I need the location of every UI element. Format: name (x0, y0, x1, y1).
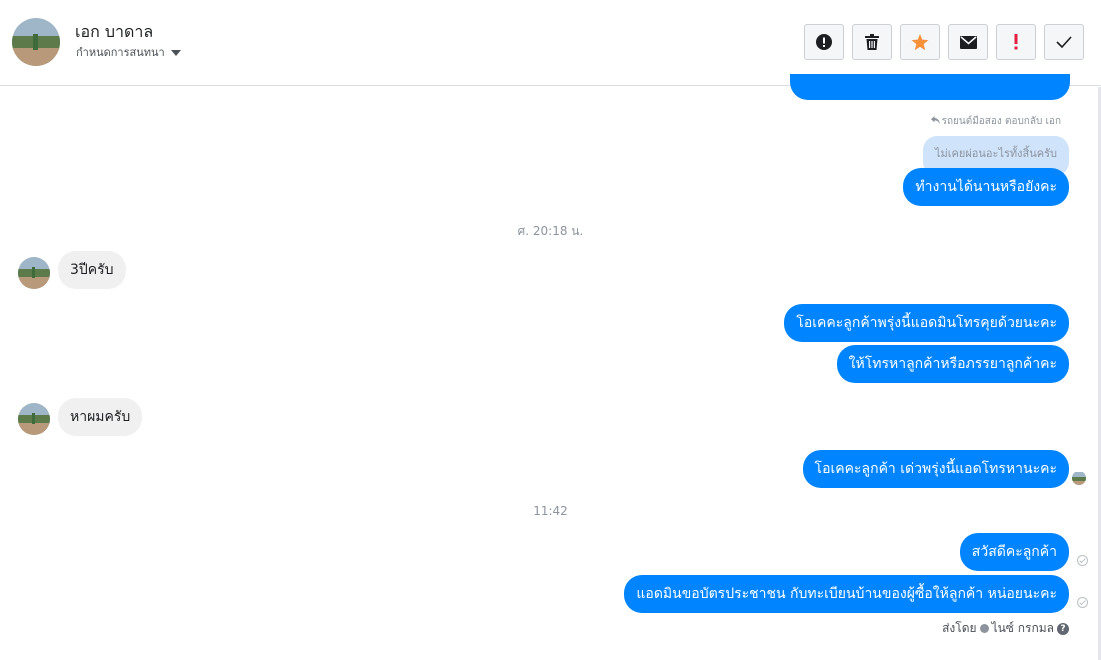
contact-avatar[interactable] (12, 18, 60, 66)
message-bubble-outgoing: ให้โทรหาลูกค้าหรือภรรยาลูกค้าคะ (836, 345, 1069, 383)
sent-by-info: ส่งโดย ไนซ์ กรกมล ? (942, 619, 1069, 638)
contact-avatar-small[interactable] (18, 257, 50, 289)
message-bubble-incoming: 3ปีครับ (58, 251, 126, 289)
delete-button[interactable] (852, 24, 892, 60)
reply-indicator: รถยนต์มือสอง ตอบกลับ เอก (930, 114, 1061, 129)
star-icon (911, 33, 929, 51)
mark-unread-button[interactable] (948, 24, 988, 60)
star-button[interactable] (900, 24, 940, 60)
mark-spam-button[interactable] (804, 24, 844, 60)
message-bubble-incoming: หาผมครับ (58, 398, 143, 436)
sender-name: ไนซ์ กรกมล (991, 621, 1054, 635)
message-bubble-outgoing: ทำงานได้นานหรือยังคะ (903, 168, 1069, 206)
reply-arrow-icon (930, 116, 940, 127)
sent-by-label: ส่งโดย (942, 621, 977, 635)
conversation-toolbar (804, 24, 1084, 60)
timestamp: 11:42 (533, 504, 568, 518)
contact-name[interactable]: เอก บาดาล (75, 20, 153, 45)
message-bubble-outgoing: สวัสดีคะลูกค้า (959, 533, 1069, 571)
mark-done-button[interactable] (1044, 24, 1084, 60)
trash-icon (865, 34, 879, 50)
contact-avatar-small[interactable] (18, 403, 50, 435)
reply-meta-text: รถยนต์มือสอง ตอบกลับ เอก (941, 116, 1061, 127)
checkmark-icon (1056, 36, 1072, 48)
assign-conversation-dropdown[interactable]: กำหนดการสนทนา (76, 43, 181, 61)
timestamp: ศ. 20:18 น. (517, 224, 584, 238)
help-icon[interactable]: ? (1057, 622, 1069, 635)
assign-label: กำหนดการสนทนา (76, 46, 165, 59)
alert-circle-icon (816, 34, 832, 50)
caret-down-icon (170, 49, 181, 56)
verified-icon (979, 624, 989, 633)
message-bubble-outgoing: โอเคคะลูกค้า เด่วพรุ่งนี้แอดโทรหานะคะ (802, 450, 1069, 488)
message-bubble-outgoing: โอเคคะลูกค้าพรุ่งนี้แอดมินโทรคุยด้วยนะคะ (784, 304, 1069, 342)
seen-by-avatar (1072, 471, 1086, 485)
envelope-icon (959, 35, 977, 49)
sent-check-icon (1077, 555, 1088, 566)
mark-important-button[interactable] (996, 24, 1036, 60)
sent-check-icon (1077, 597, 1088, 608)
message-bubble-outgoing-partial (790, 74, 1070, 100)
message-bubble-outgoing: แอดมินขอบัตรประชาชน กับทะเบียนบ้านของผู้… (624, 575, 1069, 613)
exclamation-icon (1014, 34, 1018, 50)
